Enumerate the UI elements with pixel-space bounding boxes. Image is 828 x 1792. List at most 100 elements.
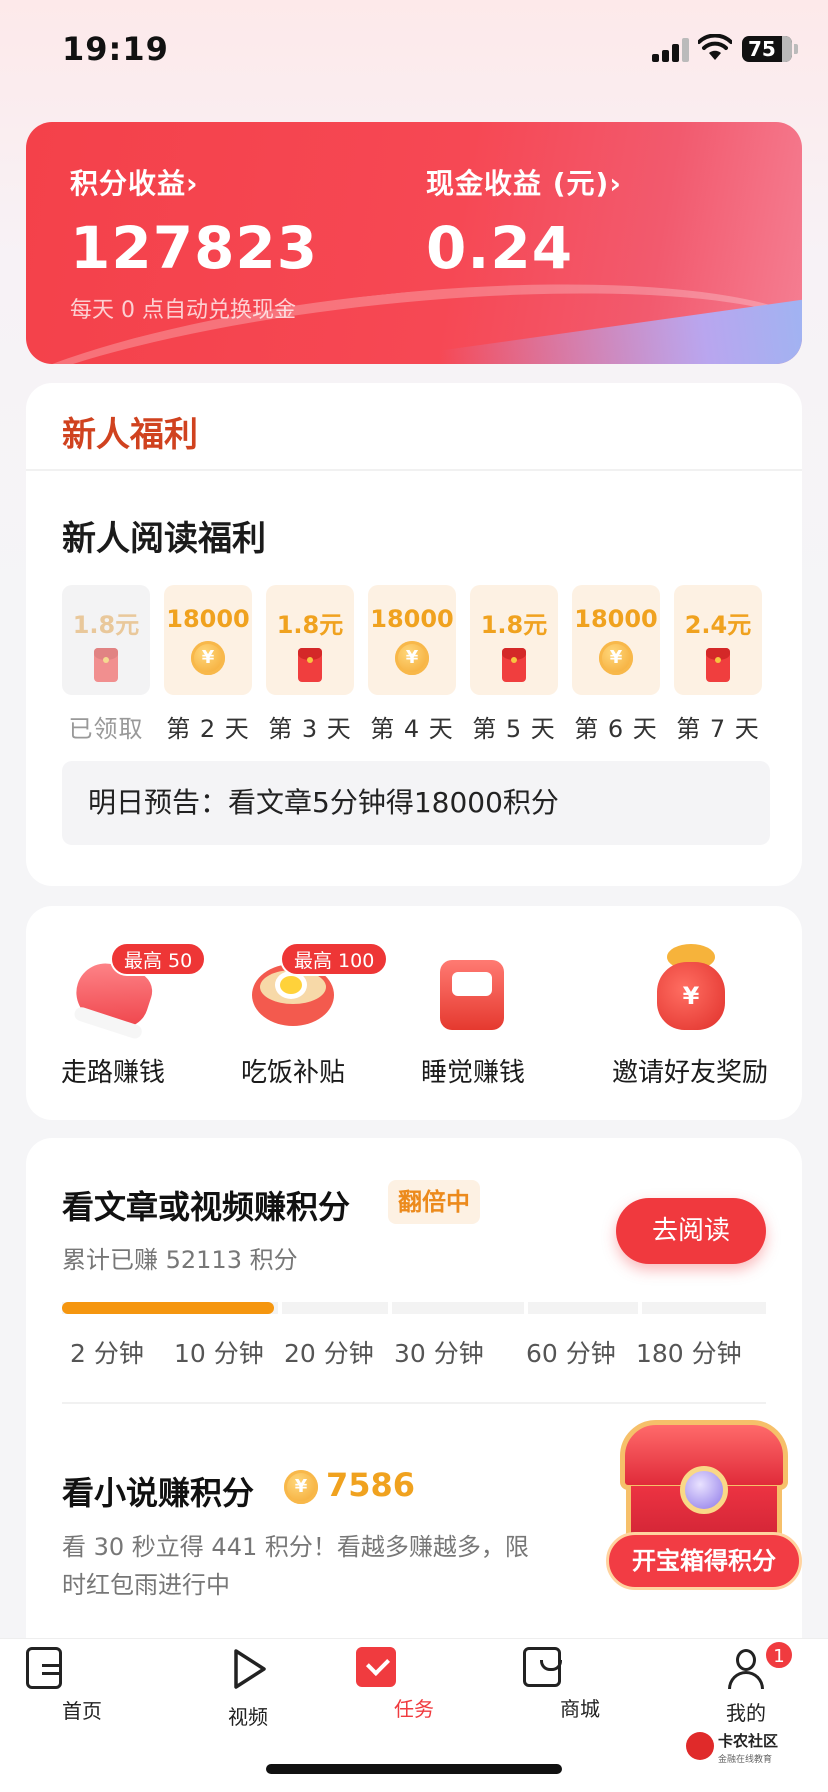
day-reward-7[interactable]: 2.4元 第 7 天 <box>674 585 762 744</box>
day-reward-3[interactable]: 1.8元 第 3 天 <box>266 585 354 744</box>
sleep-earn-action[interactable]: 睡觉赚钱 <box>418 934 528 1089</box>
day-label: 第 5 天 <box>472 715 556 743</box>
tab-label: 商城 <box>560 1697 600 1721</box>
reward-value: 1.8元 <box>480 611 548 639</box>
cellular-signal-icon <box>652 38 690 62</box>
status-bar: 19:19 75 <box>0 0 828 100</box>
reward-value: 18000 <box>370 605 454 633</box>
tomorrow-preview-notice: 明日预告：看文章5分钟得18000积分 <box>62 761 770 845</box>
red-envelope-icon <box>502 648 526 682</box>
milestone-label: 180 分钟 <box>636 1339 742 1368</box>
reward-card: 1.8元 <box>470 585 558 695</box>
watermark-title: 卡农社区 <box>718 1732 779 1750</box>
milestone-label: 20 分钟 <box>284 1339 374 1368</box>
points-earnings[interactable]: 积分收益› 127823 <box>70 162 318 282</box>
money-pouch-icon: ¥ <box>657 962 725 1030</box>
reward-card: 18000 ¥ <box>164 585 252 695</box>
day-reward-4[interactable]: 18000 ¥ 第 4 天 <box>368 585 456 744</box>
watermark-logo-icon <box>686 1732 714 1760</box>
wifi-icon <box>698 34 732 60</box>
progress-segment <box>642 1302 766 1314</box>
reading-benefits-heading: 新人阅读福利 <box>62 519 266 559</box>
day-reward-2[interactable]: 18000 ¥ 第 2 天 <box>164 585 252 744</box>
treasure-chest-widget[interactable]: 开宝箱得积分 <box>606 1416 802 1604</box>
action-art: 最高 100 <box>238 934 389 1044</box>
day-label: 已领取 <box>68 715 144 743</box>
community-watermark: 卡农社区 金融在线教育 <box>686 1730 796 1770</box>
day-label: 第 3 天 <box>268 715 352 743</box>
action-art: ¥ <box>635 934 745 1044</box>
day-reward-6[interactable]: 18000 ¥ 第 6 天 <box>572 585 660 744</box>
auto-exchange-note: 每天 0 点自动兑换现金 <box>70 298 296 323</box>
max-reward-badge: 最高 50 <box>110 942 207 976</box>
reward-value: 18000 <box>166 605 250 633</box>
day-label: 第 6 天 <box>574 715 658 743</box>
divider <box>62 1402 766 1404</box>
reward-card: 1.8元 <box>266 585 354 695</box>
milestone-label: 60 分钟 <box>526 1339 616 1368</box>
novel-task-title[interactable]: 看小说赚积分 <box>62 1468 254 1514</box>
milestone-label: 30 分钟 <box>394 1339 484 1368</box>
action-art: 最高 50 <box>58 934 207 1044</box>
cash-earnings-label[interactable]: 现金收益 (元)› <box>426 162 622 202</box>
profile-notification-badge: 1 <box>764 1640 794 1670</box>
red-envelope-icon <box>706 648 730 682</box>
tab-video[interactable]: 视频 <box>188 1647 308 1730</box>
day-label: 第 4 天 <box>370 715 454 743</box>
battery-level: 75 <box>748 37 776 61</box>
tab-home[interactable]: 首页 <box>22 1647 142 1724</box>
tab-label: 任务 <box>394 1697 434 1721</box>
day-reward-1[interactable]: 1.8元 已领取 <box>62 585 150 744</box>
walk-earn-action[interactable]: 最高 50 走路赚钱 <box>58 934 207 1089</box>
tab-mall[interactable]: 商城 <box>520 1647 640 1722</box>
coin-icon: ¥ <box>395 641 429 675</box>
gem-icon <box>680 1466 728 1514</box>
cash-earnings[interactable]: 现金收益 (元)› 0.24 <box>426 162 622 282</box>
progress-segment <box>528 1302 638 1314</box>
day-reward-5[interactable]: 1.8元 第 5 天 <box>470 585 558 744</box>
tab-label: 首页 <box>62 1699 102 1723</box>
shopping-bag-icon <box>523 1647 562 1687</box>
action-label: 睡觉赚钱 <box>420 1058 525 1088</box>
reward-card: 2.4元 <box>674 585 762 695</box>
tab-tasks[interactable]: 任务 <box>354 1647 474 1722</box>
document-icon <box>26 1647 62 1689</box>
newcomer-benefits-title: 新人福利 <box>62 415 198 455</box>
reward-card: 1.8元 <box>62 585 150 695</box>
go-read-button[interactable]: 去阅读 <box>616 1198 766 1264</box>
coin-icon: ¥ <box>284 1470 318 1504</box>
pillow-icon <box>440 960 504 1030</box>
progress-segment <box>282 1302 388 1314</box>
play-icon <box>234 1649 266 1689</box>
progress-segment <box>392 1302 524 1314</box>
red-envelope-icon <box>298 648 322 682</box>
max-reward-badge: 最高 100 <box>280 942 389 976</box>
open-chest-button[interactable]: 开宝箱得积分 <box>606 1532 802 1590</box>
coin-icon: ¥ <box>599 641 633 675</box>
action-label: 吃饭补贴 <box>240 1058 345 1088</box>
reward-card: 18000 ¥ <box>572 585 660 695</box>
milestone-label: 10 分钟 <box>174 1339 264 1368</box>
novel-task-description: 看 30 秒立得 441 积分！看越多赚越多，限时红包雨进行中 <box>62 1533 529 1599</box>
watermark-subtitle: 金融在线教育 <box>718 1755 773 1765</box>
reward-value: 2.4元 <box>684 611 752 639</box>
chevron-right-icon: › <box>609 167 622 200</box>
earnings-card: 积分收益› 127823 现金收益 (元)› 0.24 每天 0 点自动兑换现金 <box>26 122 802 364</box>
points-earnings-label[interactable]: 积分收益› <box>70 162 318 202</box>
task-check-icon <box>356 1647 396 1687</box>
action-label: 邀请好友奖励 <box>611 1058 768 1088</box>
action-art <box>418 934 528 1044</box>
day-label: 第 7 天 <box>676 715 760 743</box>
newcomer-benefits-panel: 新人福利 新人阅读福利 1.8元 已领取 18000 ¥ 第 2 天 1.8元 … <box>26 383 802 886</box>
user-icon <box>724 1647 768 1691</box>
reward-value: 1.8元 <box>276 611 344 639</box>
progress-fill <box>62 1302 274 1314</box>
red-envelope-icon <box>94 648 118 682</box>
invite-friends-action[interactable]: ¥ 邀请好友奖励 <box>610 934 770 1089</box>
points-earnings-value: 127823 <box>70 214 319 282</box>
meal-subsidy-action[interactable]: 最高 100 吃饭补贴 <box>238 934 389 1089</box>
status-time: 19:19 <box>62 30 169 68</box>
quick-actions-panel: 最高 50 走路赚钱 最高 100 吃饭补贴 睡觉赚钱 ¥ 邀请好友奖励 <box>26 906 802 1120</box>
chevron-right-icon: › <box>186 167 199 200</box>
milestone-label: 2 分钟 <box>70 1339 144 1368</box>
